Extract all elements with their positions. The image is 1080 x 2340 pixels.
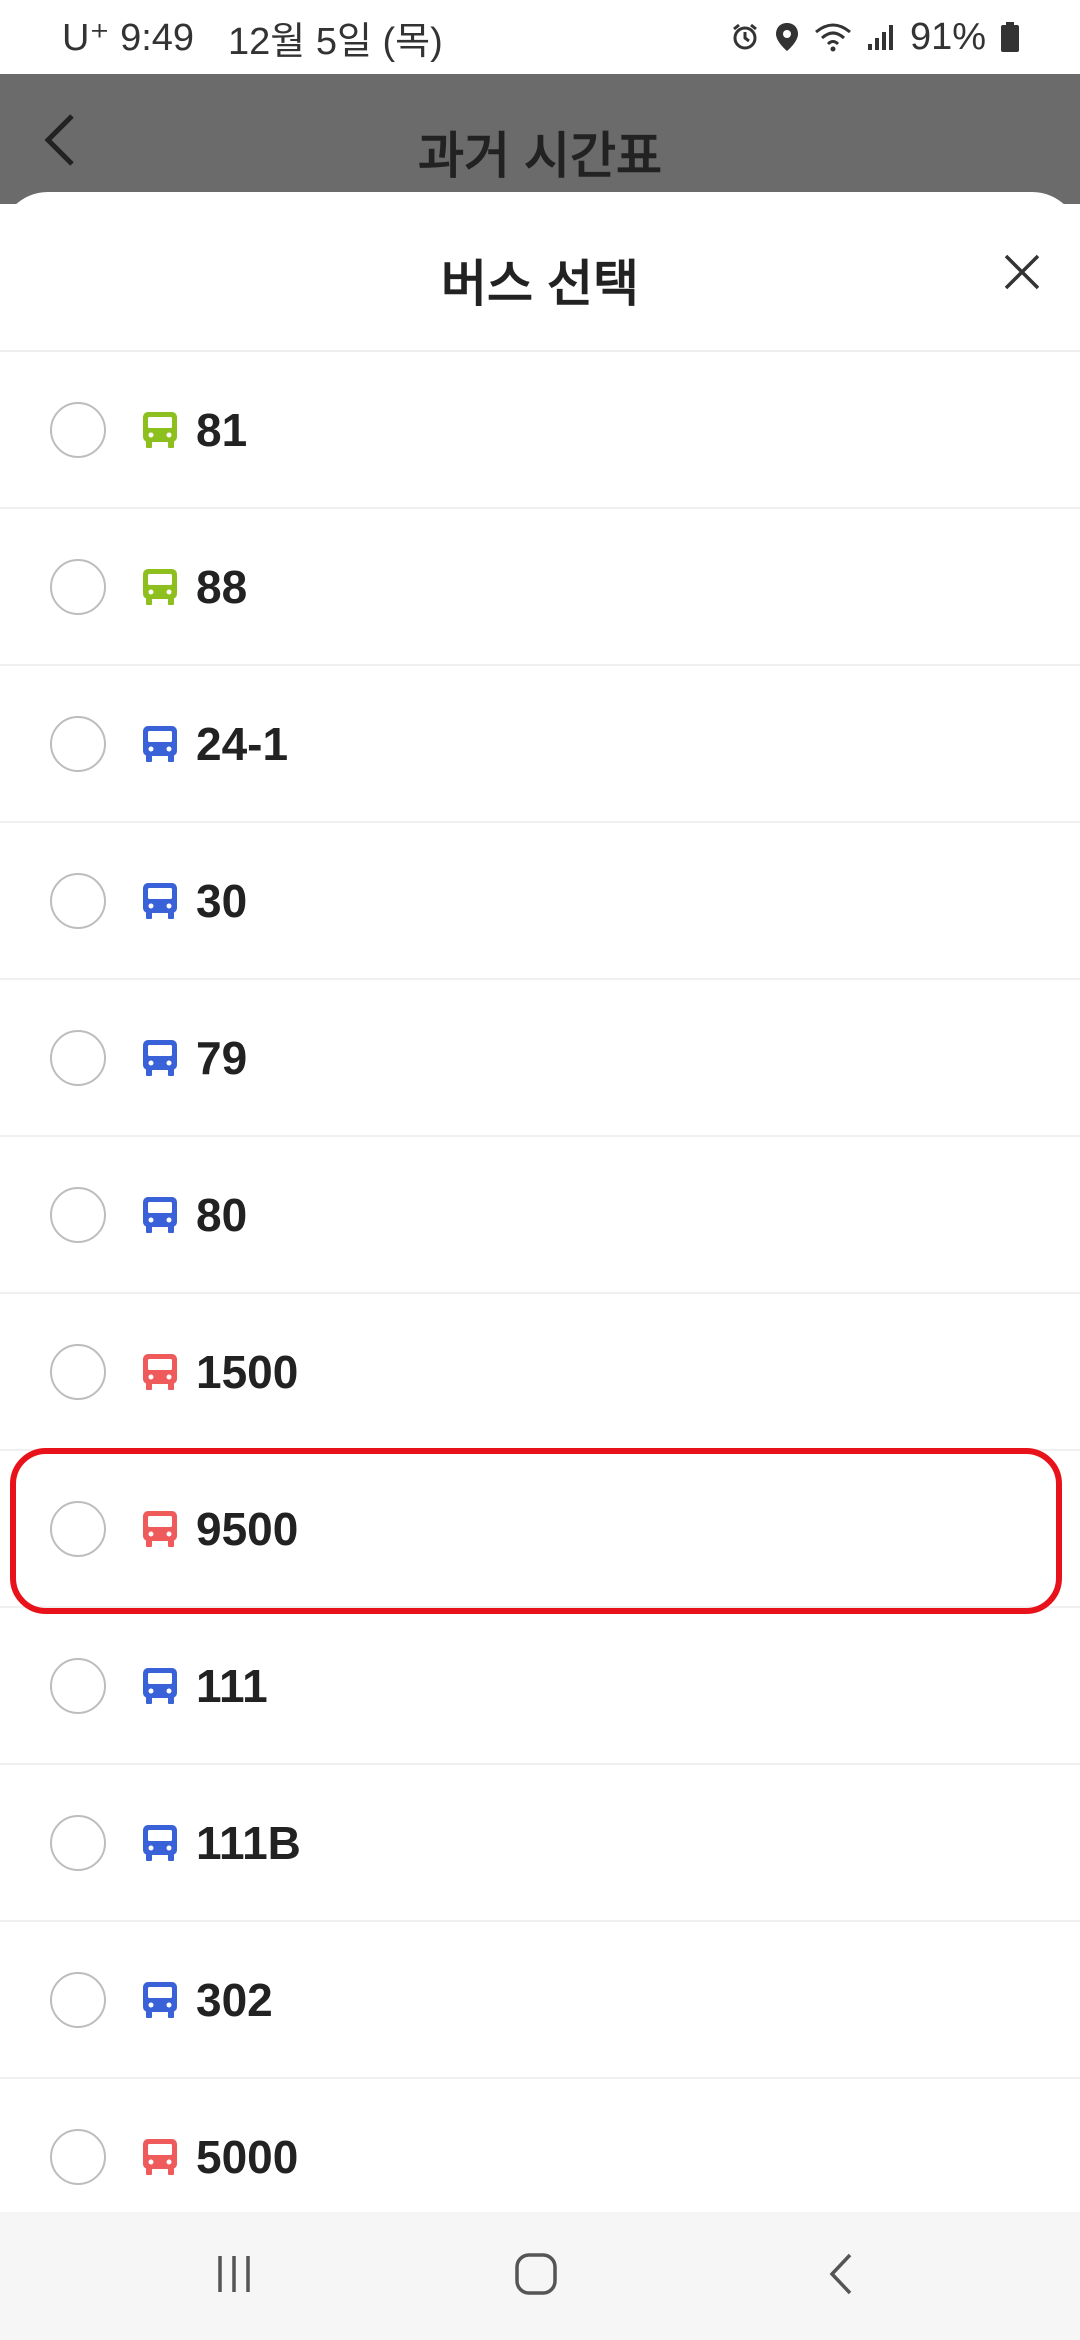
bus-select-sheet: 버스 선택 81 88 24-1 30 79 80 1500 9500 111 111B 302 50… <box>0 192 1080 2212</box>
bus-number: 111B <box>196 1816 301 1869</box>
radio-button[interactable] <box>50 1343 106 1400</box>
bus-row[interactable]: 88 <box>0 509 1080 666</box>
page-title: 과거 시간표 <box>418 128 662 184</box>
sheet-title: 버스 선택 <box>441 256 639 312</box>
back-nav-icon[interactable] <box>826 2252 856 2296</box>
navigation-bar <box>0 2212 1080 2340</box>
bus-number: 81 <box>196 403 248 456</box>
status-carrier-time: U⁺ 9:49 <box>62 15 194 60</box>
bus-number: 30 <box>196 874 248 927</box>
bus-row[interactable]: 5000 <box>0 2079 1080 2212</box>
bus-row[interactable]: 24-1 <box>0 666 1080 823</box>
bus-row[interactable]: 79 <box>0 980 1080 1137</box>
bus-icon <box>143 411 177 448</box>
carrier-label: U⁺ <box>62 16 110 59</box>
status-time: 9:49 <box>120 16 195 59</box>
bus-icon <box>143 1039 177 1076</box>
bus-number: 111 <box>196 1659 268 1712</box>
status-date: 12월 5일 (목) <box>228 20 443 63</box>
radio-button[interactable] <box>50 1029 106 1086</box>
wifi-icon <box>814 23 851 52</box>
bus-icon <box>143 2138 177 2175</box>
bus-row[interactable]: 111B <box>0 1765 1080 1922</box>
app-header: 과거 시간표 <box>0 74 1080 204</box>
bus-icon <box>143 882 177 919</box>
bus-number: 1500 <box>196 1345 299 1398</box>
bus-icon <box>143 568 177 605</box>
bus-number: 88 <box>196 560 248 613</box>
bus-icon <box>143 1353 177 1390</box>
bus-icon <box>143 1981 177 2018</box>
bus-icon <box>143 1824 177 1861</box>
radio-button[interactable] <box>50 715 106 772</box>
bus-number: 24-1 <box>196 717 289 770</box>
bus-number: 5000 <box>196 2130 299 2183</box>
sheet-header: 버스 선택 <box>0 192 1080 352</box>
bus-row[interactable]: 30 <box>0 823 1080 980</box>
bus-row[interactable]: 81 <box>0 352 1080 509</box>
bus-row[interactable]: 1500 <box>0 1294 1080 1451</box>
radio-button[interactable] <box>50 401 106 458</box>
radio-button[interactable] <box>50 1814 106 1871</box>
battery-icon <box>1001 22 1019 52</box>
bus-number: 80 <box>196 1188 248 1241</box>
radio-button[interactable] <box>50 1657 106 1714</box>
radio-button[interactable] <box>50 872 106 929</box>
bus-row[interactable]: 9500 <box>0 1451 1080 1608</box>
alarm-icon <box>733 23 757 50</box>
bus-icon <box>143 1510 177 1547</box>
bus-list: 81 88 24-1 30 79 80 1500 9500 111 111B 302 5000 <box>0 352 1080 2212</box>
radio-button[interactable] <box>50 1186 106 1243</box>
bus-number: 9500 <box>196 1502 299 1555</box>
radio-button[interactable] <box>50 1971 106 2028</box>
bus-icon <box>143 725 177 762</box>
bus-number: 79 <box>196 1031 248 1084</box>
bus-row[interactable]: 111 <box>0 1608 1080 1765</box>
bus-icon <box>143 1667 177 1704</box>
radio-button[interactable] <box>50 558 106 615</box>
recent-apps-icon[interactable] <box>214 2252 254 2296</box>
close-icon[interactable] <box>1000 250 1044 294</box>
battery-percent: 91% <box>909 15 986 58</box>
location-icon <box>775 23 798 51</box>
bus-icon <box>143 1196 177 1233</box>
radio-button[interactable] <box>50 1500 106 1557</box>
status-left: U⁺ 9:49 12월 5일 (목) <box>62 10 443 65</box>
status-bar: U⁺ 9:49 12월 5일 (목) 91% <box>0 0 1080 74</box>
home-icon[interactable] <box>514 2252 558 2296</box>
status-right: 91% <box>730 16 1020 59</box>
radio-button[interactable] <box>50 2128 106 2185</box>
bus-row[interactable]: 80 <box>0 1137 1080 1294</box>
bus-row[interactable]: 302 <box>0 1922 1080 2079</box>
signal-icon <box>867 25 893 50</box>
bus-number: 302 <box>196 1973 273 2026</box>
